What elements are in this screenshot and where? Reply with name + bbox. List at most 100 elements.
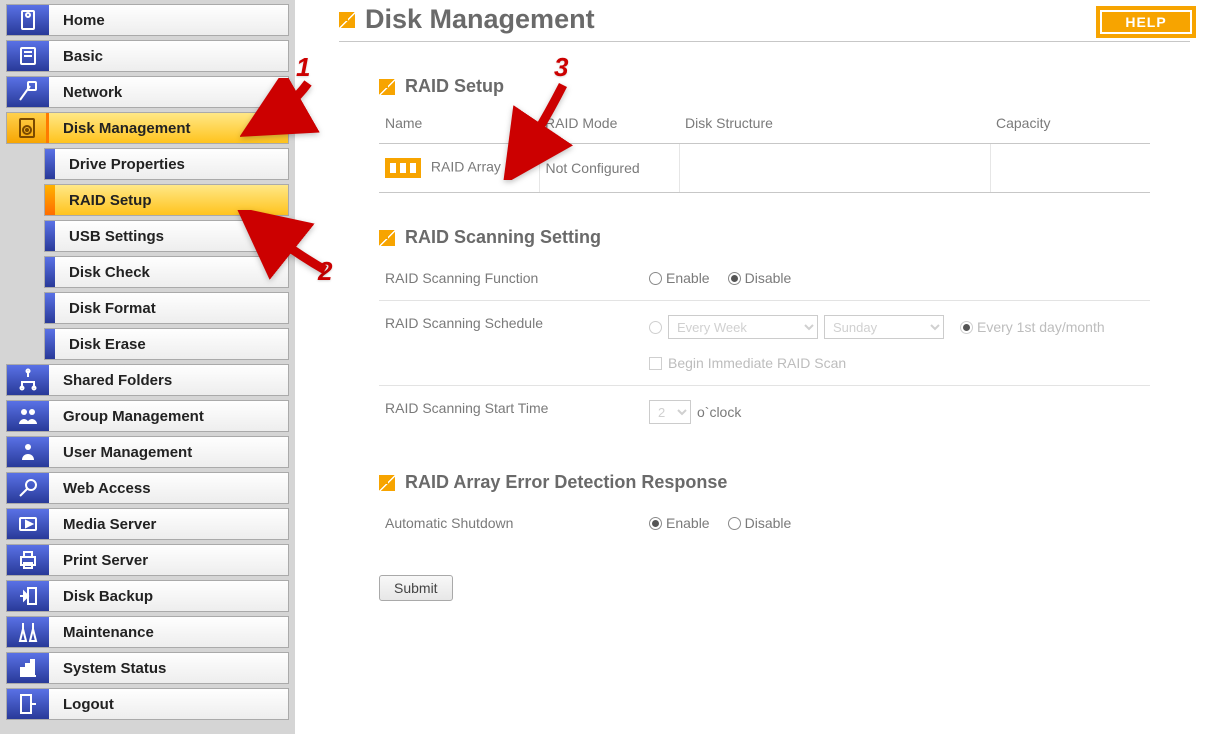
col-name: Name	[379, 105, 539, 144]
logout-icon	[7, 688, 49, 720]
disk-backup-icon	[7, 580, 49, 612]
auto-shutdown-label: Automatic Shutdown	[379, 515, 649, 531]
schedule-day-select[interactable]: Sunday	[824, 315, 944, 339]
nav-user-management[interactable]: User Management	[6, 436, 289, 468]
subnav-drive-properties[interactable]: Drive Properties	[44, 148, 289, 180]
nav-label: Web Access	[63, 480, 151, 497]
user-icon	[7, 436, 49, 468]
subnav-stripe	[45, 184, 55, 216]
nav-label: Disk Management	[63, 120, 191, 137]
nav-label: Shared Folders	[63, 372, 172, 389]
subnav-stripe	[45, 220, 55, 252]
scanning-schedule-label: RAID Scanning Schedule	[379, 315, 649, 331]
nav-label: User Management	[63, 444, 192, 461]
schedule-monthly-radio[interactable]: Every 1st day/month	[960, 319, 1105, 335]
subnav-label: Disk Check	[69, 264, 150, 281]
bullet-icon	[339, 12, 355, 28]
scanning-disable-radio[interactable]: Disable	[728, 270, 792, 286]
subnav-disk-erase[interactable]: Disk Erase	[44, 328, 289, 360]
bullet-icon	[379, 475, 395, 491]
start-time-select[interactable]: 2	[649, 400, 691, 424]
table-row: RAID Array 1 Not Configured	[379, 144, 1150, 193]
nav-basic[interactable]: Basic	[6, 40, 289, 72]
help-label: HELP	[1125, 14, 1166, 30]
raid-array-icon	[385, 158, 421, 178]
raid-mode-cell: Not Configured	[539, 144, 679, 193]
subnav-stripe	[45, 292, 55, 324]
help-button[interactable]: HELP	[1096, 6, 1196, 38]
raid-table: Name RAID Mode Disk Structure Capacity R…	[379, 105, 1150, 193]
section-raid-setup-title: RAID Setup	[405, 76, 504, 97]
sidebar: Home Basic Network Disk Management Drive…	[0, 0, 295, 734]
nav-label: System Status	[63, 660, 166, 677]
bullet-icon	[379, 230, 395, 246]
subnav-label: RAID Setup	[69, 192, 152, 209]
subnav-raid-setup[interactable]: RAID Setup	[44, 184, 289, 216]
nav-label: Print Server	[63, 552, 148, 569]
subnav-label: Disk Erase	[69, 336, 146, 353]
nav-web-access[interactable]: Web Access	[6, 472, 289, 504]
nav-group-management[interactable]: Group Management	[6, 400, 289, 432]
nav-disk-backup[interactable]: Disk Backup	[6, 580, 289, 612]
submit-button[interactable]: Submit	[379, 575, 453, 601]
scanning-enable-radio[interactable]: Enable	[649, 270, 710, 286]
nav-network[interactable]: Network	[6, 76, 289, 108]
oclock-label: o`clock	[697, 404, 741, 420]
raid-capacity-cell	[990, 144, 1150, 193]
subnav-stripe	[45, 328, 55, 360]
nav-label: Network	[63, 84, 122, 101]
home-icon	[7, 4, 49, 36]
subnav-label: Drive Properties	[69, 156, 185, 173]
nav-label: Maintenance	[63, 624, 154, 641]
print-server-icon	[7, 544, 49, 576]
bullet-icon	[379, 79, 395, 95]
nav-disk-management[interactable]: Disk Management	[6, 112, 289, 144]
shared-folders-icon	[7, 364, 49, 396]
section-error-title: RAID Array Error Detection Response	[405, 472, 727, 493]
nav-print-server[interactable]: Print Server	[6, 544, 289, 576]
nav-media-server[interactable]: Media Server	[6, 508, 289, 540]
nav-shared-folders[interactable]: Shared Folders	[6, 364, 289, 396]
scanning-function-label: RAID Scanning Function	[379, 270, 649, 286]
nav-system-status[interactable]: System Status	[6, 652, 289, 684]
nav-label: Disk Backup	[63, 588, 153, 605]
section-scanning-title: RAID Scanning Setting	[405, 227, 601, 248]
shutdown-disable-radio[interactable]: Disable	[728, 515, 792, 531]
subnav-stripe	[45, 256, 55, 288]
subnav-usb-settings[interactable]: USB Settings	[44, 220, 289, 252]
raid-array-link[interactable]: RAID Array 1	[431, 159, 513, 175]
nav-label: Media Server	[63, 516, 156, 533]
web-access-icon	[7, 472, 49, 504]
col-mode: RAID Mode	[539, 105, 679, 144]
network-icon	[7, 76, 49, 108]
nav-maintenance[interactable]: Maintenance	[6, 616, 289, 648]
nav-label: Logout	[63, 696, 114, 713]
subnav-stripe	[45, 148, 55, 180]
scanning-start-time-label: RAID Scanning Start Time	[379, 400, 649, 416]
system-status-icon	[7, 652, 49, 684]
col-structure: Disk Structure	[679, 105, 990, 144]
nav-home[interactable]: Home	[6, 4, 289, 36]
nav-label: Group Management	[63, 408, 204, 425]
schedule-weekly-radio[interactable]	[649, 321, 662, 334]
schedule-freq-select[interactable]: Every Week	[668, 315, 818, 339]
group-icon	[7, 400, 49, 432]
subnav-label: USB Settings	[69, 228, 164, 245]
subnav-disk-check[interactable]: Disk Check	[44, 256, 289, 288]
page-title: Disk Management	[365, 4, 595, 35]
nav-label: Basic	[63, 48, 103, 65]
subnav-disk-format[interactable]: Disk Format	[44, 292, 289, 324]
media-server-icon	[7, 508, 49, 540]
col-capacity: Capacity	[990, 105, 1150, 144]
shutdown-enable-radio[interactable]: Enable	[649, 515, 710, 531]
maintenance-icon	[7, 616, 49, 648]
divider	[339, 41, 1190, 42]
subnav-label: Disk Format	[69, 300, 156, 317]
basic-icon	[7, 40, 49, 72]
main-content: HELP Disk Management RAID Setup Name RAI…	[295, 0, 1224, 734]
raid-structure-cell	[679, 144, 990, 193]
begin-immediate-checkbox[interactable]: Begin Immediate RAID Scan	[649, 355, 846, 371]
nav-logout[interactable]: Logout	[6, 688, 289, 720]
nav-label: Home	[63, 12, 105, 29]
disk-management-icon	[7, 112, 49, 144]
